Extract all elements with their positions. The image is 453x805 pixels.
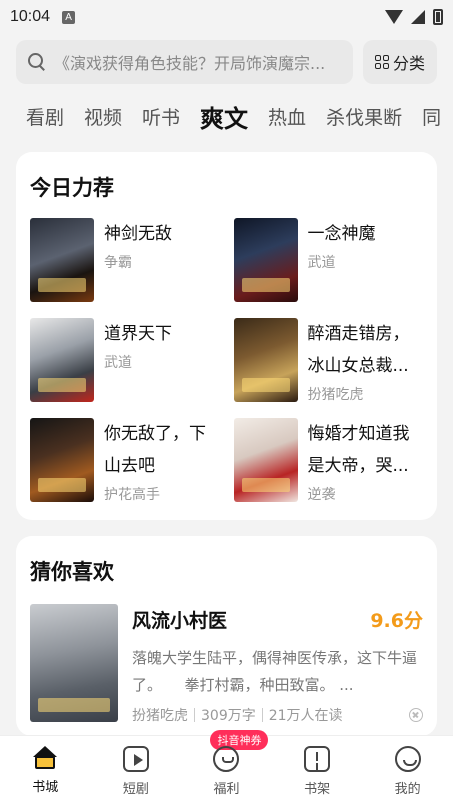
book-item[interactable]: 你无敌了，下山去吧 护花高手 [30,418,220,503]
nav-label: 我的 [394,782,421,797]
search-placeholder: 《演戏获得角色技能？开局饰演魔宗... [54,54,326,73]
book-title: 神剑无敌 [104,224,172,244]
nav-label: 短剧 [122,782,149,797]
book-cover [30,318,94,402]
book-author: 逆袭 [307,487,336,503]
book-item[interactable]: 一念神魔 武道 [233,218,424,302]
tab-shuangwen[interactable]: 爽文 [200,99,248,134]
book-author: 扮猪吃虎 [307,387,364,403]
book-author: 武道 [104,355,132,371]
bookshelf-icon [304,746,331,772]
grid-icon [374,55,389,69]
book-readers: 21万人在读 [268,708,343,724]
book-title: 道界天下 [104,324,172,344]
search-input[interactable]: 《演戏获得角色技能？开局饰演魔宗... [16,40,353,84]
book-info: 一念神魔 武道 [308,218,376,302]
book-item[interactable]: 悔婚才知道我是大帝，哭... 逆袭 [233,418,424,503]
nav-profile[interactable]: 我的 [362,736,453,805]
book-item[interactable]: 神剑无敌 争霸 [30,218,220,302]
book-cover [30,218,94,302]
profile-icon [394,746,421,772]
tab-rexue[interactable]: 热血 [268,103,306,130]
search-row: 《演戏获得角色技能？开局饰演魔宗... 分类 [16,40,437,84]
book-author: 护花高手 [104,487,160,503]
battery-icon [433,9,443,25]
book-info: 你无敌了，下山去吧 护花高手 [104,418,220,503]
book-description: 落魄大学生陆平，偶得神医传承，这下牛逼了。 拳打村霸，种田致富。 ... [132,649,418,694]
book-title: 你无敌了，下山去吧 [104,424,206,476]
notification-icon: A [62,10,76,24]
gift-icon [213,746,240,772]
category-label: 分类 [392,54,425,73]
book-info: 悔婚才知道我是大帝，哭... 逆袭 [307,418,424,503]
divider [261,708,263,722]
tab-kanju[interactable]: 看剧 [26,103,64,130]
book-cover [30,418,94,502]
status-bar: 10:04 A [0,0,453,34]
book-cover [233,418,298,502]
tab-tong[interactable]: 同 [422,103,441,130]
section-title: 今日力荐 [30,176,114,200]
home-icon [32,746,58,770]
tab-audiobook[interactable]: 听书 [142,103,180,130]
book-author: 武道 [307,255,336,271]
book-cover [233,318,298,402]
recommend-grid: 神剑无敌 争霸 一念神魔 武道 道界天下 武道 醉酒走错房，冰山女总裁... 扮… [30,218,424,503]
tab-shafa[interactable]: 杀伐果断 [326,103,402,130]
book-info: 道界天下 武道 [104,318,172,402]
book-info: 醉酒走错房，冰山女总裁... 扮猪吃虎 [307,318,424,403]
nav-label: 福利 [213,782,240,797]
tab-video[interactable]: 视频 [84,103,122,130]
bottom-nav: 书城 短剧 抖音神券 福利 书架 我的 [0,730,453,805]
book-word-count: 309万字 [201,708,256,724]
divider [194,708,195,722]
status-icons [385,9,443,25]
book-cover [30,604,118,722]
book-title: 醉酒走错房，冰山女总裁... [307,324,410,376]
book-author: 争霸 [104,255,132,271]
book-meta: 扮猪吃虎 309万字 21万人在读 [132,705,423,725]
dismiss-icon[interactable] [409,708,423,722]
book-info: 神剑无敌 争霸 [104,218,172,302]
nav-label: 书城 [32,780,59,795]
nav-bookshelf[interactable]: 书架 [272,736,363,805]
nav-short-drama[interactable]: 短剧 [91,736,182,805]
book-item[interactable]: 风流小村医 9.6分 落魄大学生陆平，偶得神医传承，这下牛逼了。 拳打村霸，种田… [30,604,423,725]
status-time: 10:04 [10,8,51,25]
book-title: 悔婚才知道我是大帝，哭... [307,424,410,476]
nav-welfare[interactable]: 抖音神券 福利 [181,730,272,805]
book-author: 扮猪吃虎 [132,708,188,724]
today-recommend-card: 今日力荐 神剑无敌 争霸 一念神魔 武道 道界天下 武道 醉酒走错房，冰山女总裁… [16,152,437,520]
category-button[interactable]: 分类 [363,40,437,84]
video-icon [122,746,149,772]
signal-icon [411,10,425,24]
book-item[interactable]: 道界天下 武道 [30,318,220,402]
search-icon [28,53,46,71]
book-cover [233,218,298,302]
nav-label: 书架 [304,782,331,797]
wifi-icon [385,10,403,24]
genre-tabs: 看剧 视频 听书 爽文 热血 杀伐果断 同 [26,96,453,136]
book-title: 一念神魔 [307,224,376,244]
section-title: 猜你喜欢 [30,560,114,584]
book-item[interactable]: 醉酒走错房，冰山女总裁... 扮猪吃虎 [233,318,424,403]
book-info: 风流小村医 9.6分 落魄大学生陆平，偶得神医传承，这下牛逼了。 拳打村霸，种田… [132,604,423,725]
book-score: 9.6分 [370,610,423,632]
nav-bookstore[interactable]: 书城 [0,736,91,805]
guess-you-like-card: 猜你喜欢 风流小村医 9.6分 落魄大学生陆平，偶得神医传承，这下牛逼了。 拳打… [16,536,437,736]
